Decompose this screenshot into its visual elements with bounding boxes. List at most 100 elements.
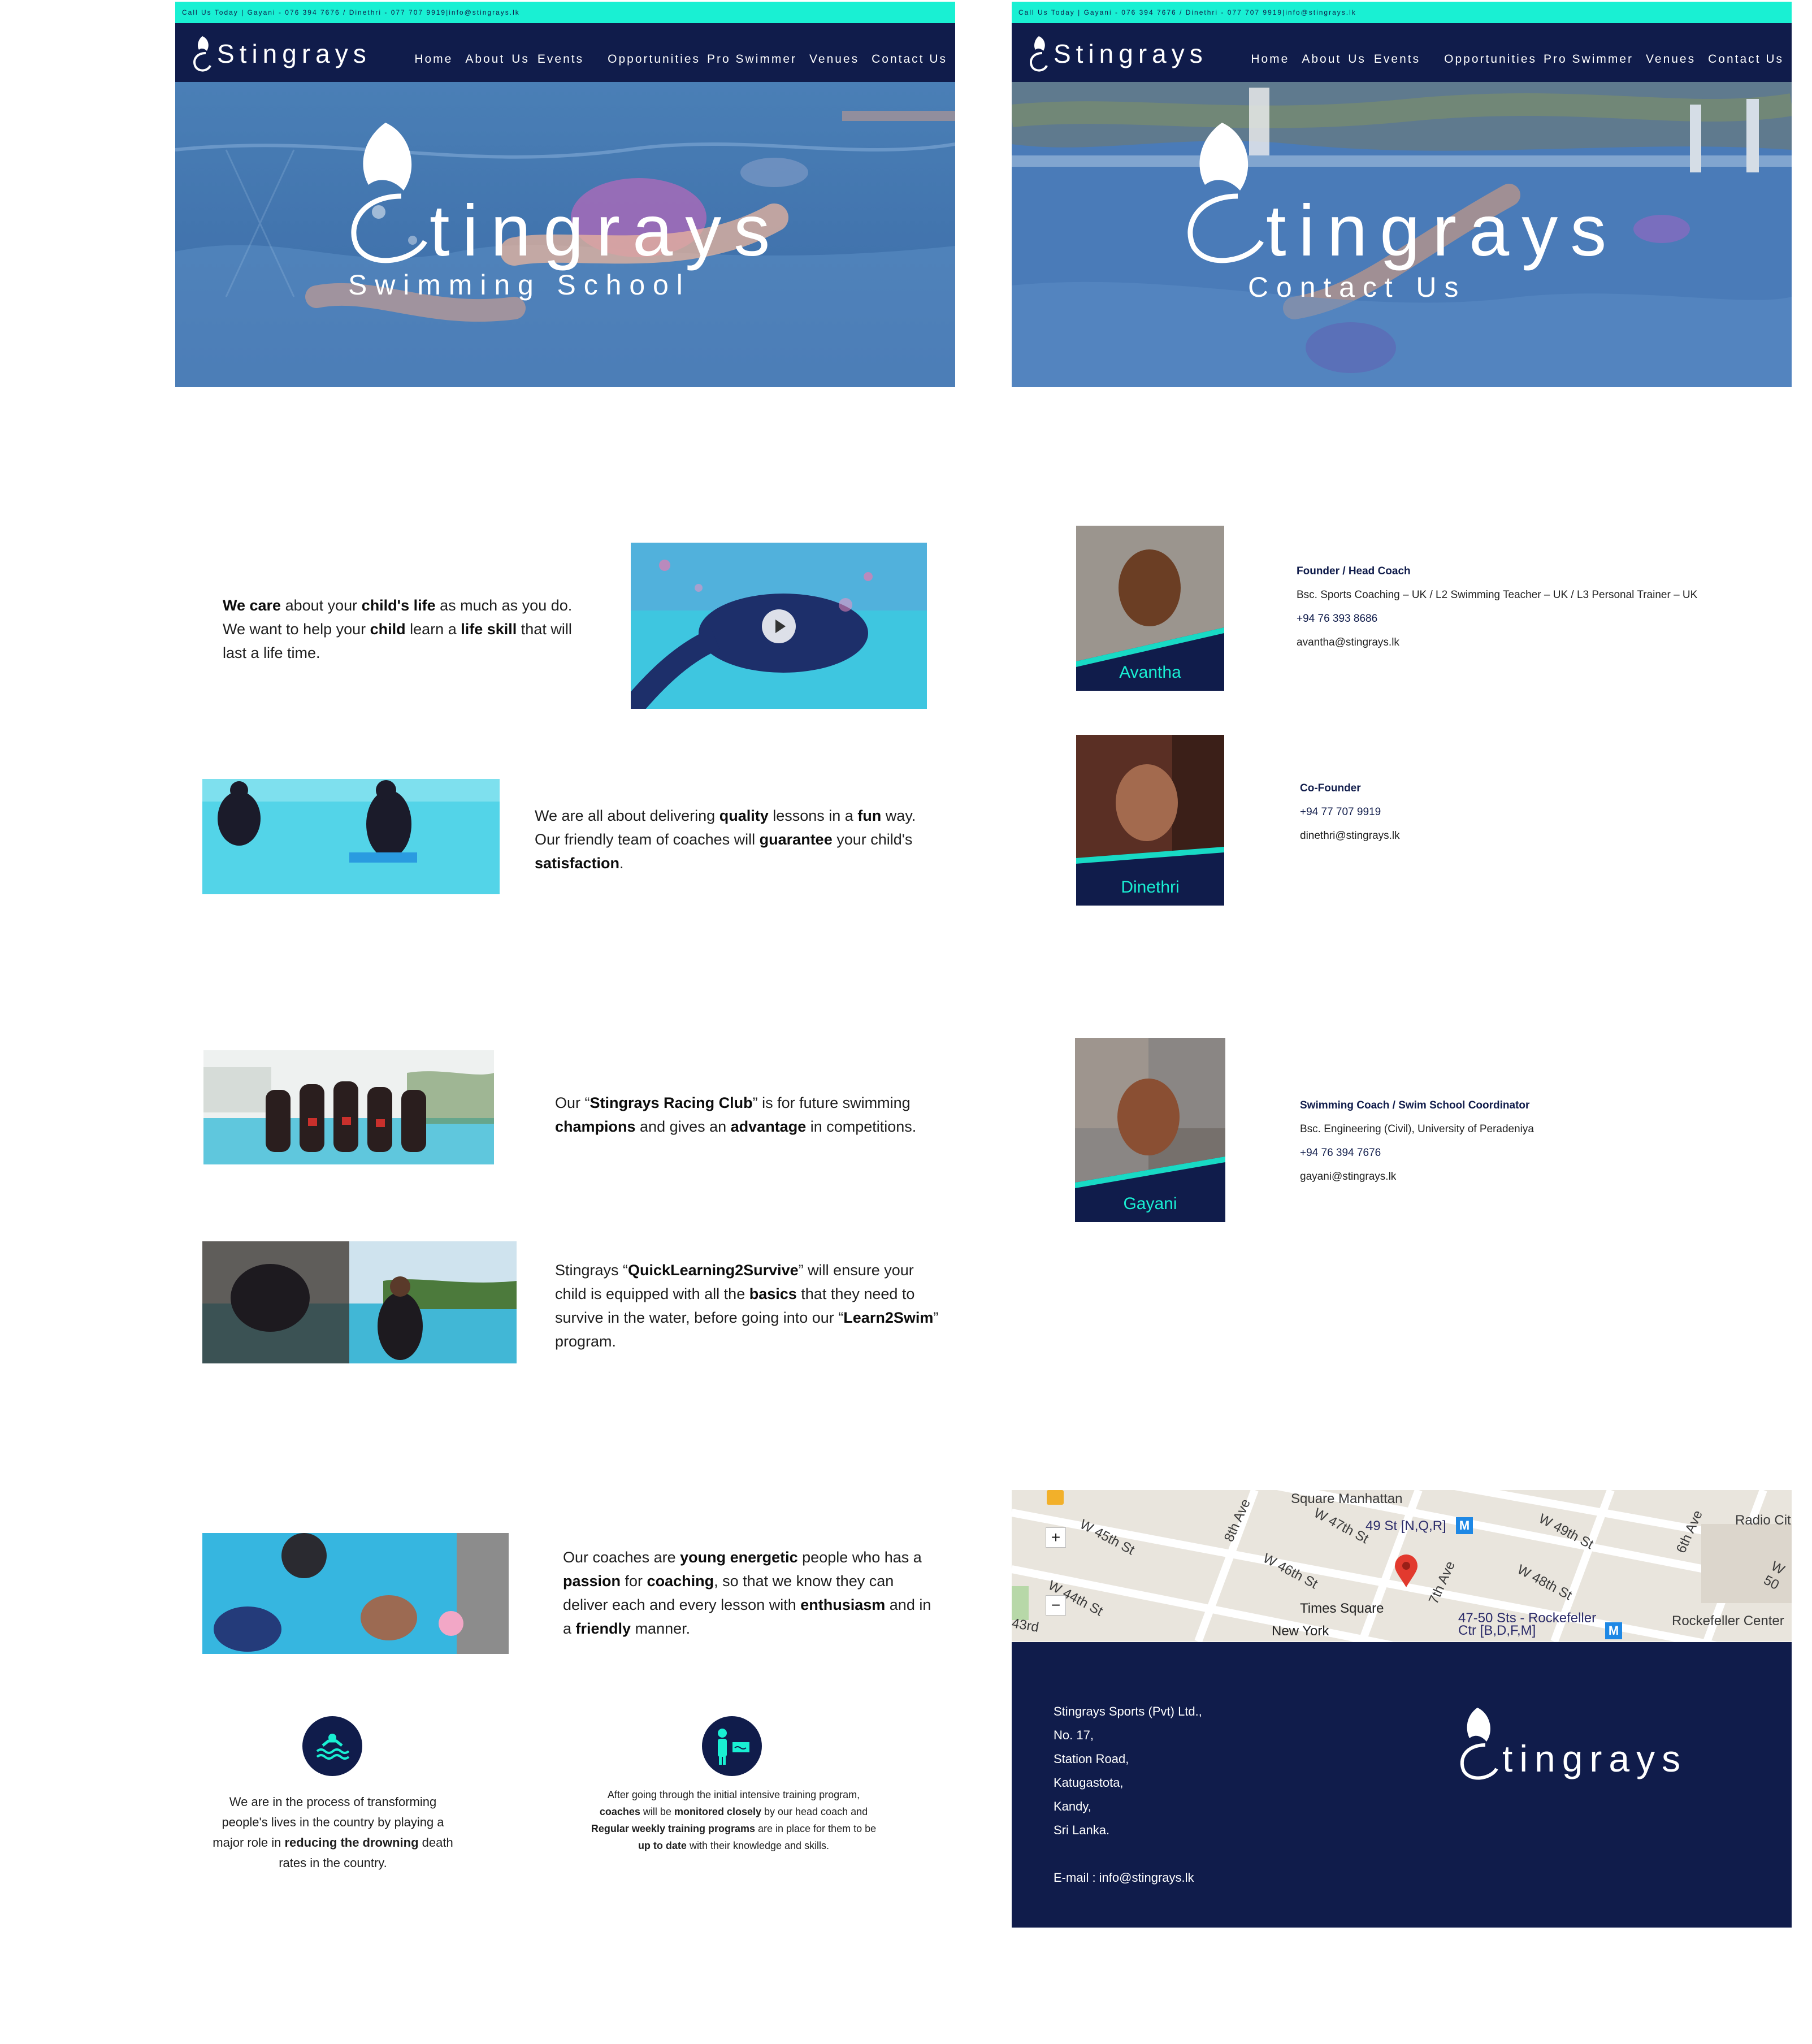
coach-email[interactable]: avantha@stingrays.lk	[1297, 631, 1697, 655]
survive-program-photo	[202, 1241, 517, 1363]
nav-pro-swimmer[interactable]: Pro Swimmer	[707, 53, 797, 66]
coach-email[interactable]: gayani@stingrays.lk	[1300, 1165, 1534, 1189]
map-label: New York	[1272, 1623, 1329, 1639]
address-line: Katugastota,	[1054, 1775, 1124, 1790]
coach-name-avantha: Avantha	[1119, 663, 1181, 682]
coach-email[interactable]: dinethri@stingrays.lk	[1300, 824, 1400, 848]
brand-logo[interactable]: Stingrays	[1028, 31, 1208, 76]
map-label: Radio Cit	[1735, 1513, 1791, 1528]
footer-logo: tingrays	[1455, 1704, 1687, 1783]
map-label: Times Square	[1300, 1601, 1384, 1616]
topbar-contact-text: Call Us Today | Gayani - 076 394 7676 / …	[182, 8, 520, 16]
nav-contact[interactable]: Contact Us	[1708, 53, 1784, 66]
nav-events[interactable]: Events	[537, 53, 584, 66]
footer-brand-name: tingrays	[1502, 1738, 1688, 1779]
coach-card-dinethri: Dinethri	[1076, 735, 1224, 906]
intro-video[interactable]	[631, 543, 927, 709]
hero-banner: tingrays C o n t a c t U s	[1012, 82, 1792, 387]
coach-monitoring-icon	[702, 1716, 762, 1776]
hero-subtitle: C o n t a c t U s	[1248, 271, 1459, 303]
navbar: Stingrays Home About Us Events Opportuni…	[175, 23, 955, 82]
brand-logo[interactable]: Stingrays	[191, 31, 371, 76]
nav-venues[interactable]: Venues	[1646, 53, 1696, 66]
stingray-logo-icon	[1030, 36, 1048, 72]
nav-us[interactable]: Us	[1348, 53, 1366, 66]
racing-club-photo	[203, 1050, 494, 1164]
coach-phone[interactable]: +94 77 707 9919	[1300, 800, 1400, 824]
quality-text: We are all about delivering quality less…	[535, 807, 916, 872]
brand-name: Stingrays	[1054, 39, 1208, 68]
footer: Stingrays Sports (Pvt) Ltd., No. 17, Sta…	[1012, 1642, 1792, 1928]
coach-qualification: Bsc. Sports Coaching – UK / L2 Swimming …	[1297, 589, 1698, 601]
map-label: 49 St [N,Q,R]	[1365, 1518, 1446, 1534]
navbar: Stingrays Home About Us Events Opportuni…	[1012, 23, 1792, 82]
coach-role: Swimming Coach / Swim School Coordinator	[1300, 1099, 1530, 1111]
topbar: Call Us Today | Gayani - 076 394 7676 / …	[1012, 2, 1792, 23]
intro-text: We care about your child's life as much …	[223, 597, 573, 661]
coach-info-dinethri: Co-Founder +94 77 707 9919 dinethri@stin…	[1300, 777, 1400, 848]
address-line: Sri Lanka.	[1054, 1823, 1110, 1837]
stingray-logo-icon	[1460, 1708, 1498, 1780]
coach-phone[interactable]: +94 76 393 8686	[1297, 607, 1697, 631]
play-button-icon[interactable]	[762, 609, 796, 643]
hero-subtitle: S w i m m i n g S c h o o l	[348, 269, 683, 301]
topbar: Call Us Today | Gayani - 076 394 7676 / …	[175, 2, 955, 23]
coach-info-avantha: Founder / Head Coach Bsc. Sports Coachin…	[1297, 560, 1697, 655]
survive-program-text: Stingrays “QuickLearning2Survive” will e…	[555, 1262, 939, 1350]
main-nav: Home About Us Events Opportunities Pro S…	[414, 53, 947, 66]
address-line: No. 17,	[1054, 1728, 1094, 1742]
feature-drowning-text: We are in the process of transforming pe…	[213, 1795, 453, 1870]
feature-monitoring-text: After going through the initial intensiv…	[591, 1789, 877, 1851]
nav-about[interactable]: About	[465, 53, 505, 66]
footer-email[interactable]: E-mail : info@stingrays.lk	[1054, 1866, 1202, 1890]
nav-us[interactable]: Us	[511, 53, 530, 66]
nav-home[interactable]: Home	[1251, 53, 1289, 66]
nav-venues[interactable]: Venues	[809, 53, 859, 66]
hero-banner: tingrays S w i m m i n g S c h o o l	[175, 82, 955, 387]
nav-events[interactable]: Events	[1374, 53, 1420, 66]
hero-logo-icon	[1187, 123, 1264, 263]
map-zoom-in-button[interactable]: +	[1046, 1527, 1066, 1548]
coach-card-gayani: Gayani	[1075, 1038, 1225, 1222]
coach-role: Co-Founder	[1300, 782, 1361, 794]
map-pegman-icon[interactable]	[1047, 1490, 1064, 1505]
map-marker-icon[interactable]	[1394, 1554, 1419, 1588]
subway-icon: M	[1456, 1517, 1473, 1534]
nav-opportunities[interactable]: Opportunities	[608, 53, 700, 66]
pool-lesson-photo	[202, 779, 500, 894]
stingray-logo-icon	[193, 36, 211, 72]
coach-card-avantha: Avantha	[1076, 526, 1224, 691]
subway-icon: M	[1605, 1622, 1622, 1639]
nav-home[interactable]: Home	[414, 53, 453, 66]
racing-club-text: Our “Stingrays Racing Club” is for futur…	[555, 1094, 917, 1135]
hero-title: tingrays	[1266, 190, 1619, 271]
coaches-text: Our coaches are young energetic people w…	[563, 1549, 931, 1637]
hero-logo-icon	[351, 123, 427, 263]
coaches-photo	[202, 1533, 509, 1654]
nav-about[interactable]: About	[1302, 53, 1341, 66]
coach-qualification: Bsc. Engineering (Civil), University of …	[1300, 1123, 1534, 1135]
drowning-prevention-icon	[302, 1716, 362, 1776]
nav-opportunities[interactable]: Opportunities	[1444, 53, 1537, 66]
topbar-contact-text: Call Us Today | Gayani - 076 394 7676 / …	[1018, 8, 1356, 16]
nav-pro-swimmer[interactable]: Pro Swimmer	[1544, 53, 1633, 66]
nav-contact[interactable]: Contact Us	[872, 53, 947, 66]
address-line: Stingrays Sports (Pvt) Ltd.,	[1054, 1704, 1202, 1718]
coach-role: Founder / Head Coach	[1297, 565, 1411, 577]
address-line: Kandy,	[1054, 1799, 1091, 1813]
map-label: Square Manhattan	[1291, 1491, 1403, 1506]
contact-page: Call Us Today | Gayani - 076 394 7676 / …	[1012, 0, 1792, 2044]
location-map[interactable]: + − Square Manhattan W 47th St 49 St [N,…	[1012, 1490, 1792, 1642]
address-line: Station Road,	[1054, 1752, 1129, 1766]
company-address: Stingrays Sports (Pvt) Ltd., No. 17, Sta…	[1054, 1700, 1202, 1890]
home-page: Call Us Today | Gayani - 076 394 7676 / …	[175, 0, 955, 2044]
map-label: 47-50 Sts - Rockefeller Ctr [B,D,F,M]	[1458, 1610, 1597, 1638]
coach-phone[interactable]: +94 76 394 7676	[1300, 1141, 1534, 1165]
hero-title: tingrays	[430, 190, 783, 271]
coach-info-gayani: Swimming Coach / Swim School Coordinator…	[1300, 1094, 1534, 1189]
coach-name-dinethri: Dinethri	[1121, 878, 1180, 897]
brand-name: Stingrays	[217, 39, 371, 68]
coach-name-gayani: Gayani	[1123, 1194, 1177, 1213]
main-nav: Home About Us Events Opportunities Pro S…	[1251, 53, 1784, 66]
map-label: Rockefeller Center	[1672, 1613, 1784, 1629]
